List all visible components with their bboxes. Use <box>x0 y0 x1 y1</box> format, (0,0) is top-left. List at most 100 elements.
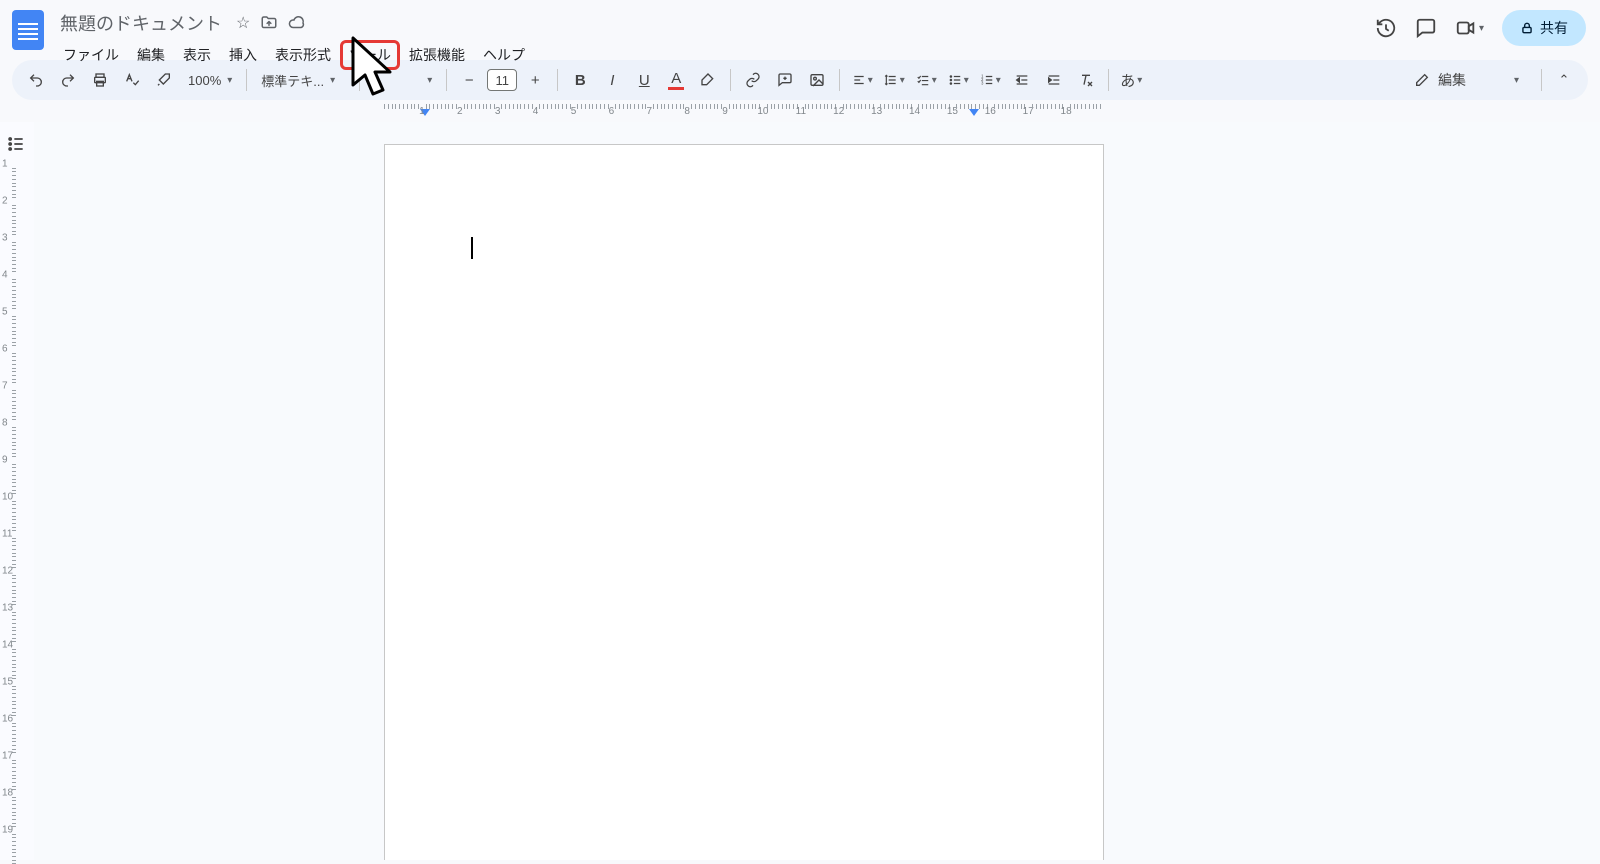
clear-formatting-button[interactable] <box>1072 66 1100 94</box>
share-button[interactable]: 共有 <box>1502 10 1586 46</box>
text-cursor <box>471 237 473 259</box>
input-char-label: あ <box>1120 70 1135 91</box>
font-family-select[interactable]: ▾ <box>368 75 438 86</box>
paint-format-button[interactable] <box>150 66 178 94</box>
caret-down-icon: ▾ <box>427 75 432 86</box>
caret-down-icon: ▾ <box>996 75 1001 86</box>
menu-file[interactable]: ファイル <box>56 42 126 68</box>
vertical-ruler[interactable]: 12345678910111213141516171819 <box>2 144 16 860</box>
align-button[interactable]: ▾ <box>848 66 876 94</box>
caret-down-icon: ▾ <box>1137 75 1142 86</box>
print-button[interactable] <box>86 66 114 94</box>
zoom-value: 100% <box>188 73 221 88</box>
collapse-toolbar-button[interactable]: ⌃ <box>1550 66 1578 94</box>
font-size-decrease[interactable]: − <box>455 66 483 94</box>
pencil-icon <box>1414 72 1430 88</box>
input-tools-button[interactable]: あ ▾ <box>1117 66 1145 94</box>
header-right: ▾ 共有 <box>1375 10 1586 46</box>
insert-image-button[interactable] <box>803 66 831 94</box>
caret-down-icon: ▾ <box>900 75 905 86</box>
ruler-label: 7 <box>646 106 652 117</box>
ruler-label: 3 <box>495 106 501 117</box>
text-color-button[interactable]: A <box>662 66 690 94</box>
ruler-label: 1 <box>419 106 425 117</box>
paragraph-style-value: 標準テキ... <box>261 71 324 90</box>
checklist-button[interactable]: ▾ <box>912 66 940 94</box>
vruler-label: 6 <box>2 344 8 355</box>
docs-logo-icon[interactable] <box>12 10 44 50</box>
vruler-label: 7 <box>2 381 8 392</box>
line-spacing-button[interactable]: ▾ <box>880 66 908 94</box>
ruler-label: 4 <box>533 106 539 117</box>
vruler-label: 3 <box>2 233 8 244</box>
redo-button[interactable] <box>54 66 82 94</box>
ruler-label: 5 <box>571 106 577 117</box>
document-title[interactable]: 無題のドキュメント <box>56 8 226 38</box>
bulleted-list-button[interactable]: ▾ <box>944 66 972 94</box>
ruler-label: 9 <box>722 106 728 117</box>
toolbar-separator <box>446 69 447 91</box>
right-margin-marker-icon[interactable] <box>969 109 979 116</box>
cloud-status-icon[interactable] <box>288 14 306 32</box>
font-size-input[interactable]: 11 <box>487 69 517 91</box>
paragraph-style-select[interactable]: 標準テキ... ▾ <box>255 71 351 90</box>
toolbar-separator <box>1108 69 1109 91</box>
menu-format[interactable]: 表示形式 <box>268 42 338 68</box>
indent-increase-button[interactable] <box>1040 66 1068 94</box>
ruler-label: 8 <box>684 106 690 117</box>
highlight-color-button[interactable] <box>694 66 722 94</box>
document-canvas[interactable] <box>34 122 1600 860</box>
menu-edit[interactable]: 編集 <box>130 42 172 68</box>
editing-mode-label: 編集 <box>1438 70 1466 90</box>
toolbar-separator <box>557 69 558 91</box>
toolbar-separator <box>359 69 360 91</box>
caret-down-icon: ▾ <box>964 75 969 86</box>
underline-button[interactable]: U <box>630 66 658 94</box>
caret-down-icon: ▾ <box>1479 23 1484 34</box>
zoom-select[interactable]: 100% ▾ <box>182 73 238 88</box>
caret-down-icon: ▾ <box>932 75 937 86</box>
share-label: 共有 <box>1540 18 1568 38</box>
toolbar-separator <box>839 69 840 91</box>
menu-view[interactable]: 表示 <box>176 42 218 68</box>
move-folder-icon[interactable] <box>260 14 278 32</box>
title-area: 無題のドキュメント ☆ ファイル 編集 表示 挿入 表示形式 ツール 拡張機能 … <box>56 8 532 68</box>
caret-down-icon: ▾ <box>227 75 232 86</box>
vruler-label: 9 <box>2 455 8 466</box>
page[interactable] <box>384 144 1104 860</box>
vruler-label: 11 <box>2 529 12 540</box>
editing-mode-select[interactable]: 編集 ▾ <box>1400 66 1533 94</box>
indent-decrease-button[interactable] <box>1008 66 1036 94</box>
italic-button[interactable]: I <box>598 66 626 94</box>
insert-link-button[interactable] <box>739 66 767 94</box>
menu-bar: ファイル 編集 表示 挿入 表示形式 ツール 拡張機能 ヘルプ <box>56 42 532 68</box>
bold-button[interactable]: B <box>566 66 594 94</box>
workspace: 12345678910111213141516171819 <box>0 122 1600 860</box>
font-size-increase[interactable]: + <box>521 66 549 94</box>
svg-text:3: 3 <box>981 81 984 86</box>
star-icon[interactable]: ☆ <box>236 13 250 33</box>
vruler-label: 5 <box>2 307 8 318</box>
menu-tools[interactable]: ツール <box>342 42 398 68</box>
undo-button[interactable] <box>22 66 50 94</box>
history-icon[interactable] <box>1375 17 1397 39</box>
comments-icon[interactable] <box>1415 17 1437 39</box>
menu-help[interactable]: ヘルプ <box>476 42 532 68</box>
menu-insert[interactable]: 挿入 <box>222 42 264 68</box>
ruler-label: 6 <box>609 106 615 117</box>
vruler-label: 8 <box>2 418 8 429</box>
add-comment-button[interactable] <box>771 66 799 94</box>
left-gutter: 12345678910111213141516171819 <box>0 122 34 860</box>
spellcheck-button[interactable] <box>118 66 146 94</box>
vruler-label: 2 <box>2 196 8 207</box>
vruler-label: 1 <box>2 159 8 170</box>
caret-down-icon: ▾ <box>868 75 873 86</box>
menu-extensions[interactable]: 拡張機能 <box>402 42 472 68</box>
horizontal-ruler[interactable]: 123456789101112131415161718 <box>0 104 1600 122</box>
toolbar-separator <box>1541 69 1542 91</box>
font-size-value: 11 <box>496 73 510 88</box>
caret-down-icon: ▾ <box>1514 75 1519 86</box>
numbered-list-button[interactable]: 123 ▾ <box>976 66 1004 94</box>
ruler-label: 2 <box>457 106 463 117</box>
meet-icon[interactable]: ▾ <box>1455 17 1484 39</box>
